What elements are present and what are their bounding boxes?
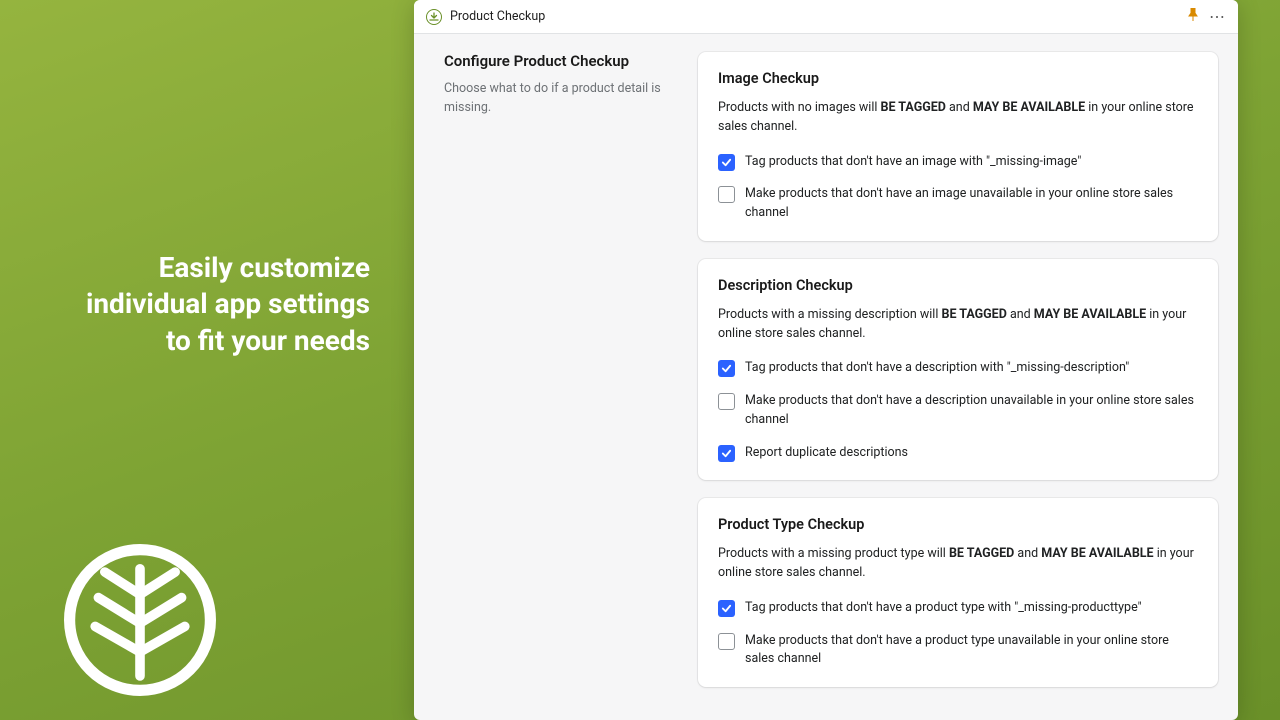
promo-line-2: individual app settings (86, 286, 370, 322)
panel-body: Configure Product Checkup Choose what to… (414, 34, 1238, 720)
pin-icon[interactable] (1187, 8, 1199, 26)
brand-logo (60, 540, 220, 700)
checkbox-label: Tag products that don't have an image wi… (745, 153, 1081, 172)
checkbox-label: Make products that don't have a product … (745, 632, 1198, 670)
checkbox[interactable] (718, 633, 735, 650)
app-icon (426, 9, 442, 25)
checkbox[interactable] (718, 393, 735, 410)
checkbox-row[interactable]: Make products that don't have a descript… (718, 392, 1198, 430)
promo-line-1: Easily customize (86, 250, 370, 286)
checkbox[interactable] (718, 600, 735, 617)
checkbox-label: Make products that don't have a descript… (745, 392, 1198, 430)
checkbox-row[interactable]: Make products that don't have a product … (718, 632, 1198, 670)
checkbox-row[interactable]: Report duplicate descriptions (718, 444, 1198, 463)
app-panel: Product Checkup ⋯ Configure Product Chec… (414, 0, 1238, 720)
checkbox-label: Report duplicate descriptions (745, 444, 908, 463)
more-icon[interactable]: ⋯ (1209, 7, 1226, 26)
settings-card: Image Checkup Products with no images wil… (698, 52, 1218, 241)
checkbox[interactable] (718, 186, 735, 203)
settings-card: Description Checkup Products with a missi… (698, 259, 1218, 481)
card-title: Image Checkup (718, 70, 1198, 87)
card-title: Description Checkup (718, 277, 1198, 294)
checkbox[interactable] (718, 154, 735, 171)
promo-background: Easily customize individual app settings… (0, 0, 1280, 720)
checkbox-row[interactable]: Tag products that don't have an image wi… (718, 153, 1198, 172)
promo-headline: Easily customize individual app settings… (86, 250, 370, 359)
checkbox[interactable] (718, 360, 735, 377)
checkbox-row[interactable]: Make products that don't have an image u… (718, 185, 1198, 223)
config-heading: Configure Product Checkup (444, 52, 674, 70)
settings-card: Product Type Checkup Products with a miss… (698, 498, 1218, 687)
config-subtext: Choose what to do if a product detail is… (444, 80, 674, 118)
promo-line-3: to fit your needs (86, 323, 370, 359)
card-title: Product Type Checkup (718, 516, 1198, 533)
card-description: Products with a missing description will… (718, 306, 1198, 344)
card-description: Products with a missing product type wil… (718, 545, 1198, 583)
checkbox-row[interactable]: Tag products that don't have a descripti… (718, 359, 1198, 378)
settings-cards: Image Checkup Products with no images wil… (698, 52, 1218, 720)
panel-header: Product Checkup ⋯ (414, 0, 1238, 34)
config-sidebar: Configure Product Checkup Choose what to… (444, 52, 674, 720)
checkbox-label: Tag products that don't have a descripti… (745, 359, 1129, 378)
checkbox-label: Make products that don't have an image u… (745, 185, 1198, 223)
panel-title: Product Checkup (450, 9, 545, 24)
checkbox-label: Tag products that don't have a product t… (745, 599, 1142, 618)
checkbox[interactable] (718, 445, 735, 462)
card-description: Products with no images will BE TAGGED a… (718, 99, 1198, 137)
checkbox-row[interactable]: Tag products that don't have a product t… (718, 599, 1198, 618)
